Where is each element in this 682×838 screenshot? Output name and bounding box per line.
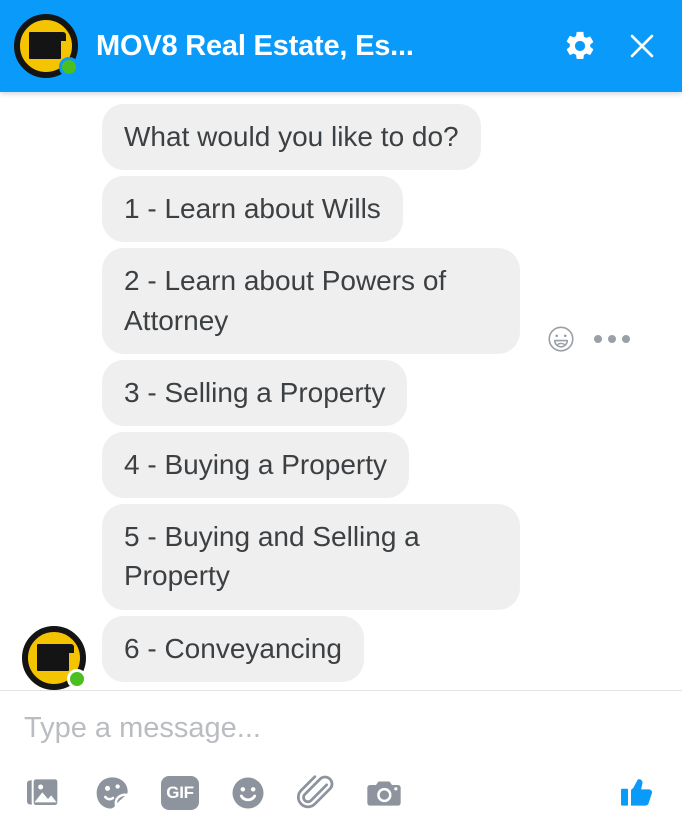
- more-options-button[interactable]: [594, 334, 630, 343]
- message-row: 1 - Learn about Wills: [0, 176, 682, 243]
- sender-avatar[interactable]: [22, 625, 87, 690]
- close-icon: [630, 34, 654, 58]
- like-button[interactable]: [616, 771, 660, 815]
- sticker-icon: [96, 776, 128, 808]
- close-button[interactable]: [622, 26, 662, 66]
- header-actions: [560, 26, 662, 66]
- message-bubble[interactable]: 5 - Buying and Selling a Property: [102, 504, 520, 610]
- message-row: 6 - Conveyancing: [0, 615, 682, 690]
- message-bubble[interactable]: 6 - Conveyancing: [102, 615, 364, 682]
- emoji-reaction-icon: [548, 326, 574, 352]
- paperclip-icon: [296, 774, 334, 808]
- attachment-button[interactable]: [294, 771, 338, 815]
- message-tools: [546, 324, 630, 354]
- message-list[interactable]: What would you like to do? 1 - Learn abo…: [0, 92, 682, 690]
- messenger-chat-widget: MOV8 Real Estate, Es... What would you l…: [0, 0, 682, 838]
- online-status-dot: [67, 668, 87, 689]
- stickers-button[interactable]: [90, 771, 134, 815]
- message-row: 4 - Buying a Property: [0, 431, 682, 499]
- message-input[interactable]: [0, 700, 682, 757]
- composer-actions: GIF: [0, 757, 682, 829]
- settings-button[interactable]: [560, 26, 600, 66]
- photo-gallery-icon: [27, 776, 60, 807]
- message-bubble[interactable]: 4 - Buying a Property: [102, 431, 410, 499]
- message-composer: GIF: [0, 690, 682, 838]
- message-bubble[interactable]: 3 - Selling a Property: [102, 359, 408, 426]
- message-bubble[interactable]: 1 - Learn about Wills: [102, 176, 403, 243]
- thumbs-up-icon: [621, 778, 653, 806]
- message-bubble[interactable]: 2 - Learn about Powers of Attorney: [102, 248, 520, 354]
- message-row: 5 - Buying and Selling a Property: [0, 504, 682, 610]
- online-status-dot: [59, 57, 79, 77]
- react-button[interactable]: [546, 324, 576, 354]
- header-avatar[interactable]: [14, 14, 79, 78]
- gif-icon: GIF: [161, 775, 199, 810]
- camera-button[interactable]: [362, 771, 406, 815]
- gif-button[interactable]: GIF: [158, 771, 202, 815]
- avatar-logo-glyph: [37, 643, 74, 671]
- emoji-button[interactable]: [226, 771, 270, 815]
- camera-icon: [367, 781, 401, 806]
- message-row: What would you like to do?: [0, 104, 682, 171]
- photos-button[interactable]: [22, 771, 66, 815]
- smiley-icon: [232, 777, 264, 808]
- message-row: 2 - Learn about Powers of Attorney: [0, 248, 682, 354]
- avatar-logo-glyph: [29, 32, 66, 59]
- message-bubble[interactable]: What would you like to do?: [102, 104, 481, 171]
- ellipsis-icon: [594, 334, 630, 343]
- gear-icon: [566, 31, 594, 60]
- message-row: 3 - Selling a Property: [0, 359, 682, 426]
- page-title: MOV8 Real Estate, Es...: [96, 29, 414, 62]
- chat-header: MOV8 Real Estate, Es...: [0, 0, 682, 92]
